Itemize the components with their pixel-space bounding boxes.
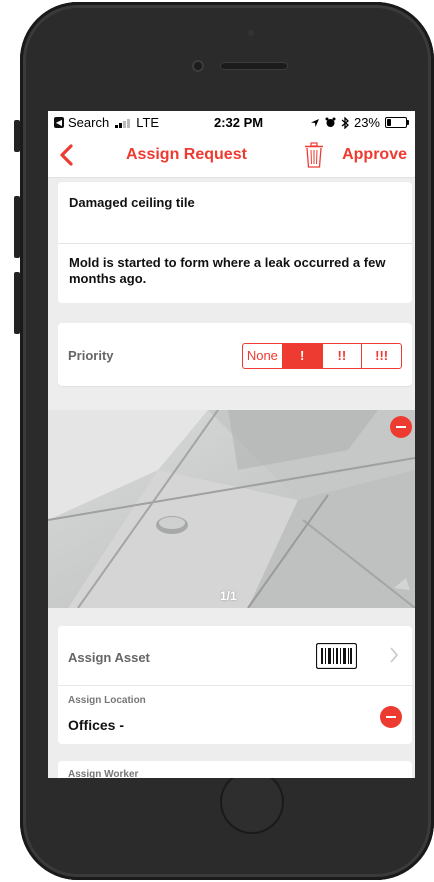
approve-button[interactable]: Approve — [342, 146, 407, 164]
priority-option-none[interactable]: None — [243, 344, 282, 368]
priority-option-low[interactable]: ! — [281, 344, 322, 368]
assign-location-value[interactable]: Offices - — [68, 717, 124, 733]
assignment-card: Assign Asset Assign Location Offices - — [58, 626, 412, 744]
divider — [58, 243, 412, 244]
priority-option-medium[interactable]: !! — [321, 344, 362, 368]
volume-up-button — [14, 196, 20, 258]
photo-counter: 1/1 — [220, 589, 237, 603]
priority-label: Priority — [68, 348, 114, 363]
status-bar: ◀ Search LTE 2:32 PM 23% — [48, 111, 415, 133]
page-title: Assign Request — [126, 146, 247, 163]
status-left: ◀ Search LTE — [54, 115, 159, 130]
volume-down-button — [14, 272, 20, 334]
carrier-label: LTE — [136, 115, 160, 130]
front-camera — [192, 60, 204, 72]
nav-bar: Assign Request Approve — [48, 133, 415, 178]
request-details-card: Damaged ceiling tile Mold is started to … — [58, 182, 412, 303]
back-app-label[interactable]: Search — [68, 115, 109, 130]
divider — [58, 685, 412, 686]
location-arrow-icon — [310, 118, 319, 127]
mute-switch — [14, 120, 20, 152]
status-time: 2:32 PM — [214, 115, 264, 130]
proximity-sensor — [248, 30, 254, 36]
alarm-icon — [325, 117, 336, 127]
barcode-icon[interactable] — [316, 643, 357, 669]
assign-location-label: Assign Location — [68, 695, 146, 706]
remove-photo-button[interactable] — [390, 416, 412, 438]
remove-location-button[interactable] — [380, 706, 402, 728]
assign-asset-row[interactable]: Assign Asset — [58, 626, 412, 685]
battery-icon — [385, 117, 409, 128]
trash-icon[interactable] — [303, 141, 325, 169]
assign-worker-label: Assign Worker — [68, 769, 139, 778]
chevron-left-icon[interactable] — [56, 141, 80, 169]
back-badge-icon[interactable]: ◀ — [54, 117, 64, 128]
request-title[interactable]: Damaged ceiling tile — [69, 195, 195, 210]
home-button[interactable] — [220, 770, 284, 834]
priority-option-high[interactable]: !!! — [361, 344, 401, 368]
request-photo[interactable] — [48, 410, 415, 608]
app-screen: ◀ Search LTE 2:32 PM 23% Assign Request … — [48, 111, 415, 778]
assign-asset-label: Assign Asset — [68, 650, 150, 665]
earpiece-speaker — [220, 62, 288, 70]
battery-percent: 23% — [353, 115, 380, 130]
chevron-right-icon — [390, 647, 399, 663]
assign-worker-card[interactable]: Assign Worker — [58, 761, 412, 778]
priority-card: Priority None ! !! !!! — [58, 323, 412, 386]
signal-icon — [115, 118, 131, 128]
status-right: 23% — [310, 115, 409, 130]
request-description[interactable]: Mold is started to form where a leak occ… — [69, 255, 404, 287]
priority-segmented-control: None ! !! !!! — [242, 343, 402, 369]
bluetooth-icon — [341, 116, 349, 129]
